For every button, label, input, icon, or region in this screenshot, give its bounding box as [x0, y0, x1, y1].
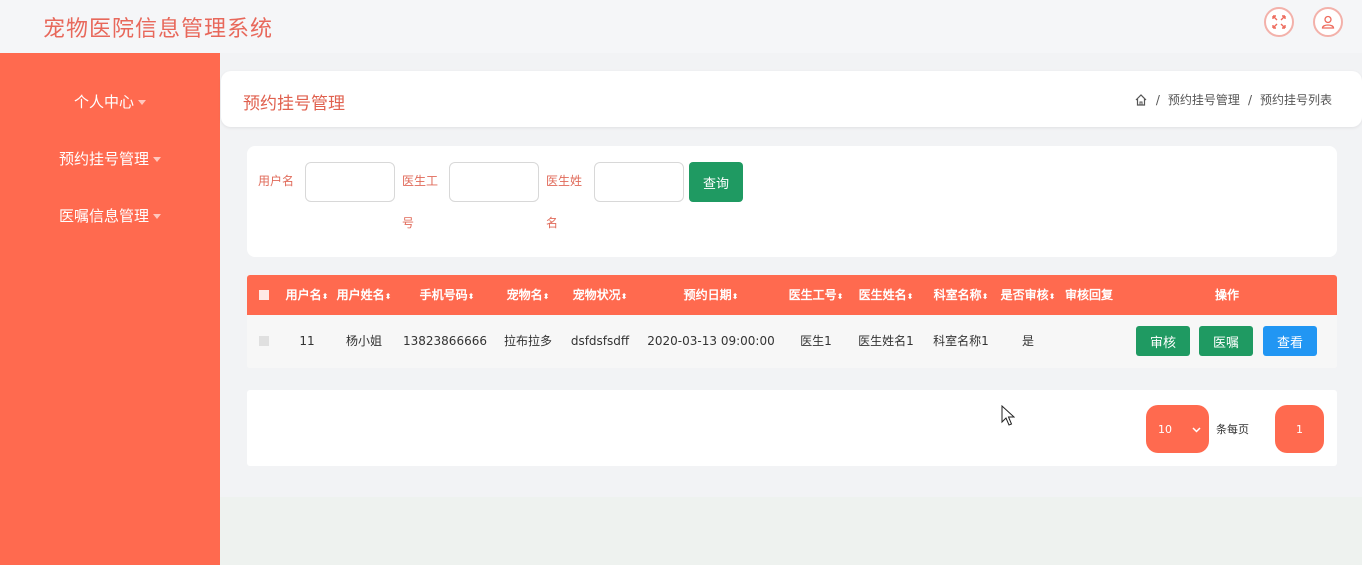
- sidebar-item-personal-center[interactable]: 个人中心: [0, 91, 220, 112]
- column-header[interactable]: 是否审核⬍: [997, 275, 1059, 315]
- page-button[interactable]: 1: [1275, 405, 1324, 453]
- sidebar-item-appointment[interactable]: 预约挂号管理: [0, 148, 220, 169]
- per-page-label: 条每页: [1216, 423, 1249, 436]
- sort-icon: ⬍: [906, 292, 914, 301]
- cell-doctor-name: 医生姓名1: [858, 334, 914, 348]
- column-header[interactable]: 宠物名⬍: [499, 275, 557, 315]
- user-icon[interactable]: [1313, 7, 1343, 37]
- view-button[interactable]: 查看: [1263, 326, 1317, 356]
- cell-pet-status: dsfdsfsdff: [570, 334, 630, 348]
- sort-icon: ⬍: [1048, 292, 1056, 301]
- doctor-id-label: 医生工号: [402, 174, 439, 230]
- sort-icon: ⬍: [542, 292, 550, 301]
- breadcrumb-separator: /: [1155, 92, 1160, 107]
- column-header[interactable]: 手机号码⬍: [405, 275, 489, 315]
- sidebar-item-label: 预约挂号管理: [58, 150, 149, 168]
- sidebar-item-label: 医嘱信息管理: [58, 207, 149, 225]
- review-button[interactable]: 审核: [1136, 326, 1190, 356]
- page-size-select[interactable]: 10: [1146, 405, 1209, 453]
- doctor-name-label: 医生姓名: [546, 174, 583, 230]
- caret-down-icon: [153, 157, 161, 162]
- cell-name: 杨小姐: [345, 334, 382, 348]
- select-all-checkbox[interactable]: [259, 290, 269, 300]
- search-button[interactable]: 查询: [689, 162, 743, 202]
- fullscreen-icon[interactable]: [1264, 7, 1294, 37]
- column-header[interactable]: 用户名⬍: [283, 275, 331, 315]
- pagination: 10 条每页 1: [247, 390, 1337, 466]
- sort-icon: ⬍: [321, 292, 329, 301]
- breadcrumb-separator: /: [1247, 92, 1252, 107]
- page-size-value: 10: [1158, 422, 1172, 436]
- sidebar: 个人中心 预约挂号管理 医嘱信息管理: [0, 53, 220, 565]
- sort-icon: ⬍: [467, 292, 475, 301]
- username-label: 用户名: [258, 174, 295, 188]
- chevron-down-icon: [1192, 423, 1201, 436]
- table-header: 用户名⬍ 用户姓名⬍ 手机号码⬍ 宠物名⬍ 宠物状况⬍ 预约日期⬍ 医生工号⬍ …: [247, 275, 1337, 315]
- column-header[interactable]: 科室名称⬍: [925, 275, 997, 315]
- cell-date: 2020-03-13 09:00:00: [647, 334, 775, 348]
- page-header: 预约挂号管理 / 预约挂号管理 / 预约挂号列表: [221, 71, 1362, 127]
- cell-phone: 13823866666: [403, 334, 487, 348]
- appointment-table: 用户名⬍ 用户姓名⬍ 手机号码⬍ 宠物名⬍ 宠物状况⬍ 预约日期⬍ 医生工号⬍ …: [247, 275, 1337, 368]
- column-header[interactable]: 医生姓名⬍: [853, 275, 919, 315]
- home-icon[interactable]: [1134, 93, 1148, 107]
- column-header[interactable]: 医生工号⬍: [785, 275, 847, 315]
- sort-icon: ⬍: [620, 292, 628, 301]
- breadcrumb-item: 预约挂号列表: [1259, 93, 1332, 107]
- cell-username: 11: [299, 334, 315, 348]
- sort-icon: ⬍: [836, 292, 844, 301]
- column-header: 操作: [1214, 288, 1239, 302]
- column-header[interactable]: 宠物状况⬍: [565, 275, 635, 315]
- column-header[interactable]: 用户姓名⬍: [333, 275, 395, 315]
- breadcrumb-item[interactable]: 预约挂号管理: [1168, 91, 1240, 108]
- row-checkbox[interactable]: [259, 336, 269, 346]
- doctor-id-input[interactable]: [449, 162, 539, 202]
- medical-advice-button[interactable]: 医嘱: [1199, 326, 1253, 356]
- column-header[interactable]: 预约日期⬍: [647, 275, 775, 315]
- sidebar-item-label: 个人中心: [73, 93, 134, 111]
- sort-icon: ⬍: [384, 292, 392, 301]
- doctor-name-input[interactable]: [594, 162, 684, 202]
- sidebar-item-medical-advice[interactable]: 医嘱信息管理: [0, 205, 220, 226]
- cell-reply: [1061, 315, 1117, 368]
- sort-icon: ⬍: [731, 292, 739, 301]
- cell-reviewed: 是: [1021, 334, 1034, 348]
- caret-down-icon: [153, 214, 161, 219]
- username-input[interactable]: [305, 162, 395, 202]
- search-form: 用户名 医生工号 医生姓名 查询: [247, 146, 1337, 257]
- table-row: 11 杨小姐 13823866666 拉布拉多 dsfdsfsdff 2020-…: [247, 315, 1337, 368]
- cell-doctor-id: 医生1: [800, 334, 832, 348]
- app-title: 宠物医院信息管理系统: [43, 17, 274, 42]
- top-bar: 宠物医院信息管理系统: [0, 0, 1362, 53]
- page-title: 预约挂号管理: [243, 94, 345, 114]
- breadcrumb: / 预约挂号管理 / 预约挂号列表: [1134, 91, 1332, 108]
- caret-down-icon: [138, 100, 146, 105]
- cell-pet: 拉布拉多: [503, 334, 552, 348]
- cell-dept: 科室名称1: [933, 334, 989, 348]
- sort-icon: ⬍: [981, 292, 989, 301]
- mouse-cursor-icon: [1001, 405, 1015, 426]
- column-header: 审核回复: [1064, 288, 1113, 302]
